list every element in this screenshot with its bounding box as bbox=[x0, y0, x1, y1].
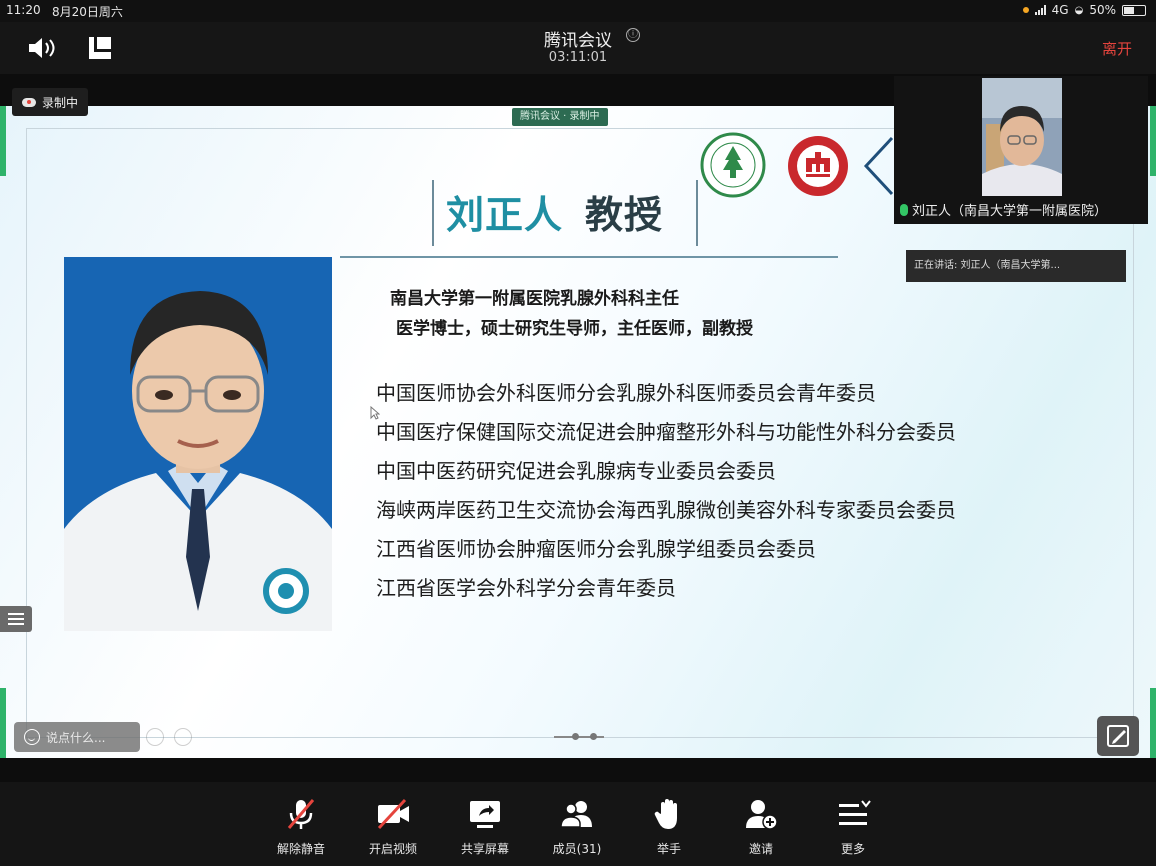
side-panel-button[interactable] bbox=[0, 606, 32, 632]
status-bar: 11:20 8月20日周六 4G ◒ 50% bbox=[0, 0, 1156, 22]
annotate-button[interactable] bbox=[1097, 716, 1139, 756]
toolbar-label: 共享屏幕 bbox=[460, 842, 509, 856]
meeting-header: 腾讯会议 ⓘ 03:11:01 离开 bbox=[0, 22, 1156, 74]
cloud-record-icon bbox=[22, 97, 36, 107]
portrait-illustration-icon bbox=[64, 257, 332, 631]
more-icon bbox=[839, 800, 871, 825]
share-screen-icon bbox=[470, 801, 500, 828]
list-item: 江西省医学会外科学分会青年委员 bbox=[376, 576, 676, 600]
emoji-icon[interactable] bbox=[24, 729, 40, 745]
unmute-button[interactable]: 解除静音 bbox=[267, 796, 335, 858]
meeting-timer: 03:11:01 bbox=[548, 50, 608, 65]
recording-badge[interactable]: 录制中 bbox=[12, 88, 89, 116]
toolbar-label: 举手 bbox=[656, 842, 681, 856]
mic-muted-icon bbox=[287, 799, 315, 829]
reaction-icon bbox=[174, 728, 192, 746]
list-item: 海峡两岸医药卫生交流协会海西乳腺微创美容外科专家委员会委员 bbox=[376, 498, 956, 522]
invite-button[interactable]: 邀请 bbox=[727, 796, 795, 858]
meeting-title: 腾讯会议 bbox=[544, 31, 612, 51]
speaking-indicator: 正在讲话: 刘正人（南昌大学第... bbox=[906, 250, 1126, 282]
speaker-department: 南昌大学第一附属医院乳腺外科科主任 bbox=[390, 289, 679, 309]
hospital-logo-icon bbox=[788, 136, 848, 196]
share-border-indicator bbox=[1150, 688, 1156, 758]
toolbar-label: 邀请 bbox=[748, 842, 773, 856]
chat-placeholder: 说点什么... bbox=[46, 730, 106, 745]
speaker-degree: 医学博士，硕士研究生导师，主任医师，副教授 bbox=[396, 319, 753, 339]
toolbar-label: 解除静音 bbox=[276, 842, 325, 856]
faded-reaction-icons bbox=[146, 728, 192, 746]
signal-icon bbox=[1034, 5, 1046, 15]
reaction-icon bbox=[146, 728, 164, 746]
university-logo-icon bbox=[700, 132, 766, 198]
list-item: 中国中医药研究促进会乳腺病专业委员会委员 bbox=[376, 459, 776, 483]
participant-video-tile[interactable]: 刘正人（南昌大学第一附属医院） bbox=[894, 76, 1148, 224]
video-off-icon bbox=[377, 798, 409, 830]
recording-label: 录制中 bbox=[42, 95, 79, 110]
leave-button[interactable]: 离开 bbox=[1102, 38, 1132, 59]
toolbar-label: 成员(31) bbox=[552, 842, 602, 856]
meeting-toolbar: 解除静音 开启视频 共享屏幕 成员(31) 举手 邀请 更多 bbox=[0, 782, 1156, 866]
heading-underline bbox=[340, 256, 838, 258]
toolbar-label: 更多 bbox=[840, 842, 865, 856]
battery-icon bbox=[1122, 4, 1146, 16]
toolbar-label: 开启视频 bbox=[368, 842, 417, 856]
speaker-name-heading: 刘正人 教授 bbox=[446, 184, 663, 239]
cursor-pointer-icon bbox=[370, 406, 380, 420]
participant-label: 刘正人（南昌大学第一附属医院） bbox=[900, 200, 1107, 219]
network-type: 4G bbox=[1051, 3, 1069, 17]
speaker-roles-list: 中国医师协会外科医师分会乳腺外科医师委员会青年委员 中国医疗保健国际交流促进会肿… bbox=[376, 378, 956, 612]
info-icon[interactable]: ⓘ bbox=[626, 28, 640, 42]
raise-hand-icon bbox=[654, 799, 677, 829]
raise-hand-button[interactable]: 举手 bbox=[635, 796, 703, 858]
speaker-title: 教授 bbox=[585, 193, 664, 237]
members-icon bbox=[560, 801, 592, 828]
share-border-indicator bbox=[1150, 106, 1156, 176]
share-screen-button[interactable]: 共享屏幕 bbox=[451, 796, 519, 858]
status-indicators: 4G ◒ 50% bbox=[1022, 3, 1146, 17]
participant-avatar-icon bbox=[982, 78, 1062, 196]
page-indicator bbox=[554, 733, 604, 740]
members-button[interactable]: 成员(31) bbox=[543, 796, 611, 858]
participant-name: 刘正人（南昌大学第一附属医院） bbox=[912, 204, 1108, 219]
invite-icon bbox=[746, 800, 778, 830]
list-item: 江西省医师协会肿瘤医师分会乳腺学组委员会委员 bbox=[376, 537, 816, 561]
start-video-button[interactable]: 开启视频 bbox=[359, 796, 427, 858]
status-time: 11:20 bbox=[6, 3, 41, 17]
chat-input[interactable]: 说点什么... bbox=[14, 722, 140, 752]
mic-in-use-dot-icon bbox=[1022, 7, 1029, 13]
speaker-portrait bbox=[64, 257, 332, 631]
more-button[interactable]: 更多 bbox=[819, 796, 887, 858]
mic-active-icon bbox=[900, 203, 908, 216]
annotate-pen-icon bbox=[1107, 725, 1129, 747]
share-border-indicator bbox=[0, 688, 6, 758]
list-item: 中国医疗保健国际交流促进会肿瘤整形外科与功能性外科分会委员 bbox=[376, 420, 956, 444]
wifi-icon: ◒ bbox=[1074, 4, 1084, 16]
list-item: 中国医师协会外科医师分会乳腺外科医师委员会青年委员 bbox=[376, 381, 876, 405]
share-watermark: 腾讯会议 · 录制中 bbox=[512, 108, 608, 126]
battery-percent: 50% bbox=[1089, 3, 1116, 17]
status-date: 8月20日周六 bbox=[52, 5, 123, 19]
share-border-indicator bbox=[0, 106, 6, 176]
participant-video bbox=[982, 78, 1062, 196]
speaker-name: 刘正人 bbox=[446, 193, 564, 237]
